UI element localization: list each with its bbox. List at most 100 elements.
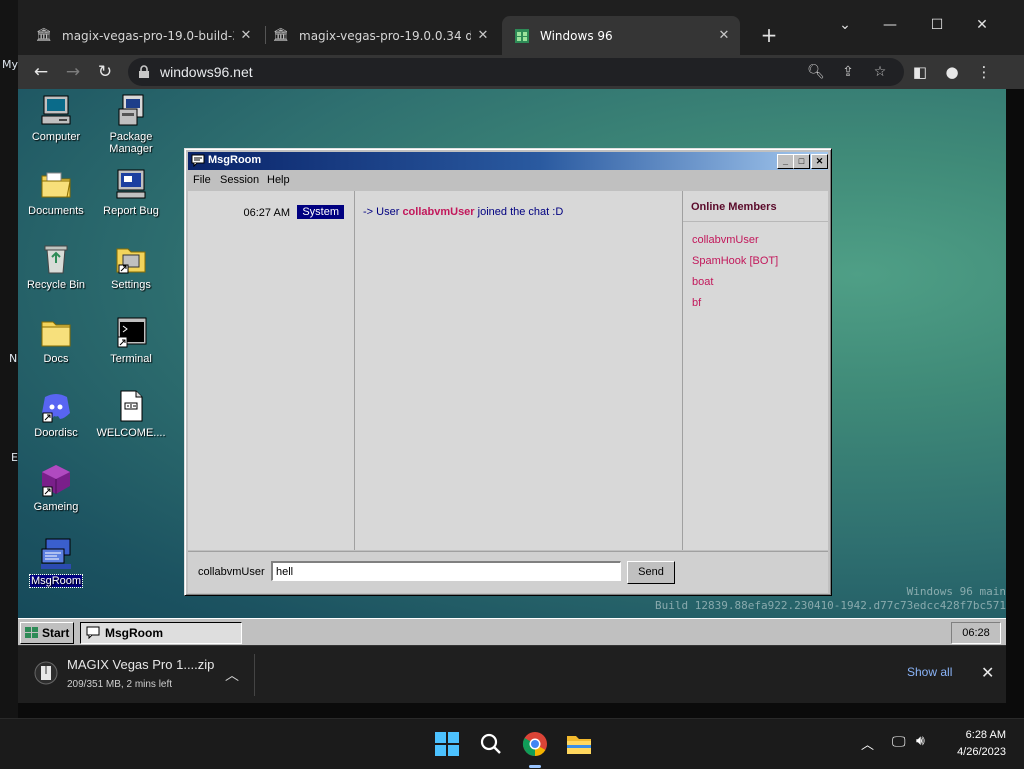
desktop-icon-report-bug[interactable]: Report Bug [93,167,169,217]
profile-icon[interactable]: ● [942,62,962,82]
lock-icon[interactable] [138,65,150,79]
send-button[interactable]: Send [627,561,675,584]
tab-search-chevron-icon[interactable]: ⌄ [833,14,857,36]
menu-kebab-icon[interactable]: ⋮ [974,62,994,82]
desktop-icon-doordisc[interactable]: Doordisc [18,389,94,439]
chrome-icon[interactable] [522,731,548,757]
file-explorer-icon[interactable] [566,731,592,757]
member-item[interactable]: boat [692,276,713,288]
minimize-button[interactable]: — [878,14,902,36]
tab-close-icon[interactable]: ✕ [238,28,254,43]
window-minimize-button[interactable]: _ [777,154,794,169]
online-members-title: Online Members [691,201,777,213]
members-divider [683,221,828,222]
maximize-button[interactable]: ☐ [925,14,949,36]
desktop-icon-label: Doordisc [34,427,78,439]
computer-icon [39,93,73,127]
desktop-icon-welcome[interactable]: WELCOME.... [93,389,169,439]
gameing-icon [39,463,73,497]
windows11-taskbar: ︿ 🖵 🔊︎ 6:28 AM 4/26/2023 [0,718,1024,769]
recycle-bin-icon [39,241,73,275]
windows-start-icon[interactable] [434,731,460,757]
desktop-icon-msgroom[interactable]: MsgRoom [18,537,94,588]
desktop-icon-label: WELCOME.... [96,427,166,439]
volume-icon[interactable]: 🔊︎ [916,733,925,749]
msgroom-title-icon [191,154,205,167]
network-icon[interactable]: 🖵 [892,734,906,750]
window-title: MsgRoom [208,154,262,166]
download-status: 209/351 MB, 2 mins left [67,679,173,690]
member-item[interactable]: SpamHook [BOT] [692,255,778,267]
build-line-1: Windows 96 main [906,585,1006,598]
new-tab-button[interactable]: + [759,24,779,46]
desktop-icon-computer[interactable]: Computer [18,93,94,143]
chevron-up-icon[interactable]: ︿ [224,665,240,684]
desktop-icon-package-manager[interactable]: Package Manager [93,93,169,155]
share-icon[interactable]: ⇪ [839,63,857,81]
bookmark-star-icon[interactable]: ☆ [871,63,889,81]
desktop-icon-gameing[interactable]: Gameing [18,463,94,513]
clock-time: 6:28 AM [965,729,1006,741]
download-bar-close-icon[interactable]: ✕ [981,663,994,682]
chevron-up-icon[interactable]: ︿ [861,734,874,753]
build-line-2: Build 12839.88efa922.230410-1942.d77c73e… [655,599,1006,612]
doordisc-icon [39,389,73,423]
desktop-icon-documents[interactable]: Documents [18,167,94,217]
message-meta-panel: 06:27 AM System [188,191,355,550]
menu-session[interactable]: Session [220,174,259,186]
tab-close-icon[interactable]: ✕ [475,28,491,43]
message-text: joined the chat :D [477,206,564,218]
msgroom-taskbar-icon [86,626,100,639]
forward-button[interactable]: → [62,62,84,82]
browser-tab[interactable]: 🏛 magix-vegas-pro-19.0.0.34 direc ✕ [261,16,501,55]
search-icon[interactable] [478,731,504,757]
report-bug-icon [114,167,148,201]
close-window-button[interactable]: ✕ [970,14,994,36]
archive-icon: 🏛 [35,28,53,43]
msgroom-window[interactable]: MsgRoom _ □ ✕ File Session Help 06:27 AM… [184,148,832,596]
desktop-icon-label: Docs [43,353,69,365]
system-clock[interactable]: 6:28 AM 4/26/2023 [957,727,1006,761]
tab-title: Windows 96 [540,28,613,43]
start-logo-icon [25,627,38,638]
tab-close-icon[interactable]: ✕ [716,28,732,43]
window-maximize-button[interactable]: □ [793,154,810,169]
message-timestamp: 06:27 AM [243,207,290,219]
member-item[interactable]: collabvmUser [692,234,759,246]
menu-file[interactable]: File [193,174,211,186]
menu-help[interactable]: Help [267,174,290,186]
reload-button[interactable]: ↻ [94,62,116,82]
address-bar[interactable]: windows96.net 🔍︎ ⇪ ☆ [128,58,904,86]
windows96-desktop[interactable]: Computer Package Manager Documents Repor… [18,89,1006,618]
desktop-icon-label: Settings [111,279,151,291]
download-filename[interactable]: MAGIX Vegas Pro 1....zip [67,657,214,672]
member-item[interactable]: bf [692,297,701,309]
browser-tab[interactable]: 🏛 magix-vegas-pro-19.0-build-381 ✕ [24,16,264,55]
zoom-icon[interactable]: 🔍︎ [807,63,825,81]
start-button[interactable]: Start [20,622,74,644]
window-close-button[interactable]: ✕ [811,154,828,169]
terminal-icon [114,315,148,349]
desktop-icon-docs[interactable]: Docs [18,315,94,365]
host-desktop-fragment: N [9,352,18,365]
download-bar: MAGIX Vegas Pro 1....zip 209/351 MB, 2 m… [18,645,1006,703]
message-username[interactable]: collabvmUser [402,206,474,218]
window-titlebar[interactable]: MsgRoom _ □ ✕ [188,152,828,170]
url-text[interactable]: windows96.net [160,64,253,80]
browser-tab-active[interactable]: Windows 96 ✕ [502,16,740,55]
message-input[interactable] [271,561,621,581]
show-all-link[interactable]: Show all [907,665,952,679]
archive-icon: 🏛 [272,28,290,43]
back-button[interactable]: ← [30,62,52,82]
desktop-icon-recycle-bin[interactable]: Recycle Bin [18,241,94,291]
msgroom-icon [39,537,73,571]
document-icon [114,389,148,423]
nickname-label[interactable]: collabvmUser [198,566,265,578]
desktop-icon-settings[interactable]: Settings [93,241,169,291]
side-panel-icon[interactable]: ◧ [910,62,930,82]
taskbar-item-msgroom[interactable]: MsgRoom [80,622,242,644]
desktop-icon-label: MsgRoom [18,574,94,588]
window-menubar: File Session Help [188,171,828,190]
desktop-icon-terminal[interactable]: Terminal [93,315,169,365]
desktop-icon-label: Package Manager [109,131,153,155]
